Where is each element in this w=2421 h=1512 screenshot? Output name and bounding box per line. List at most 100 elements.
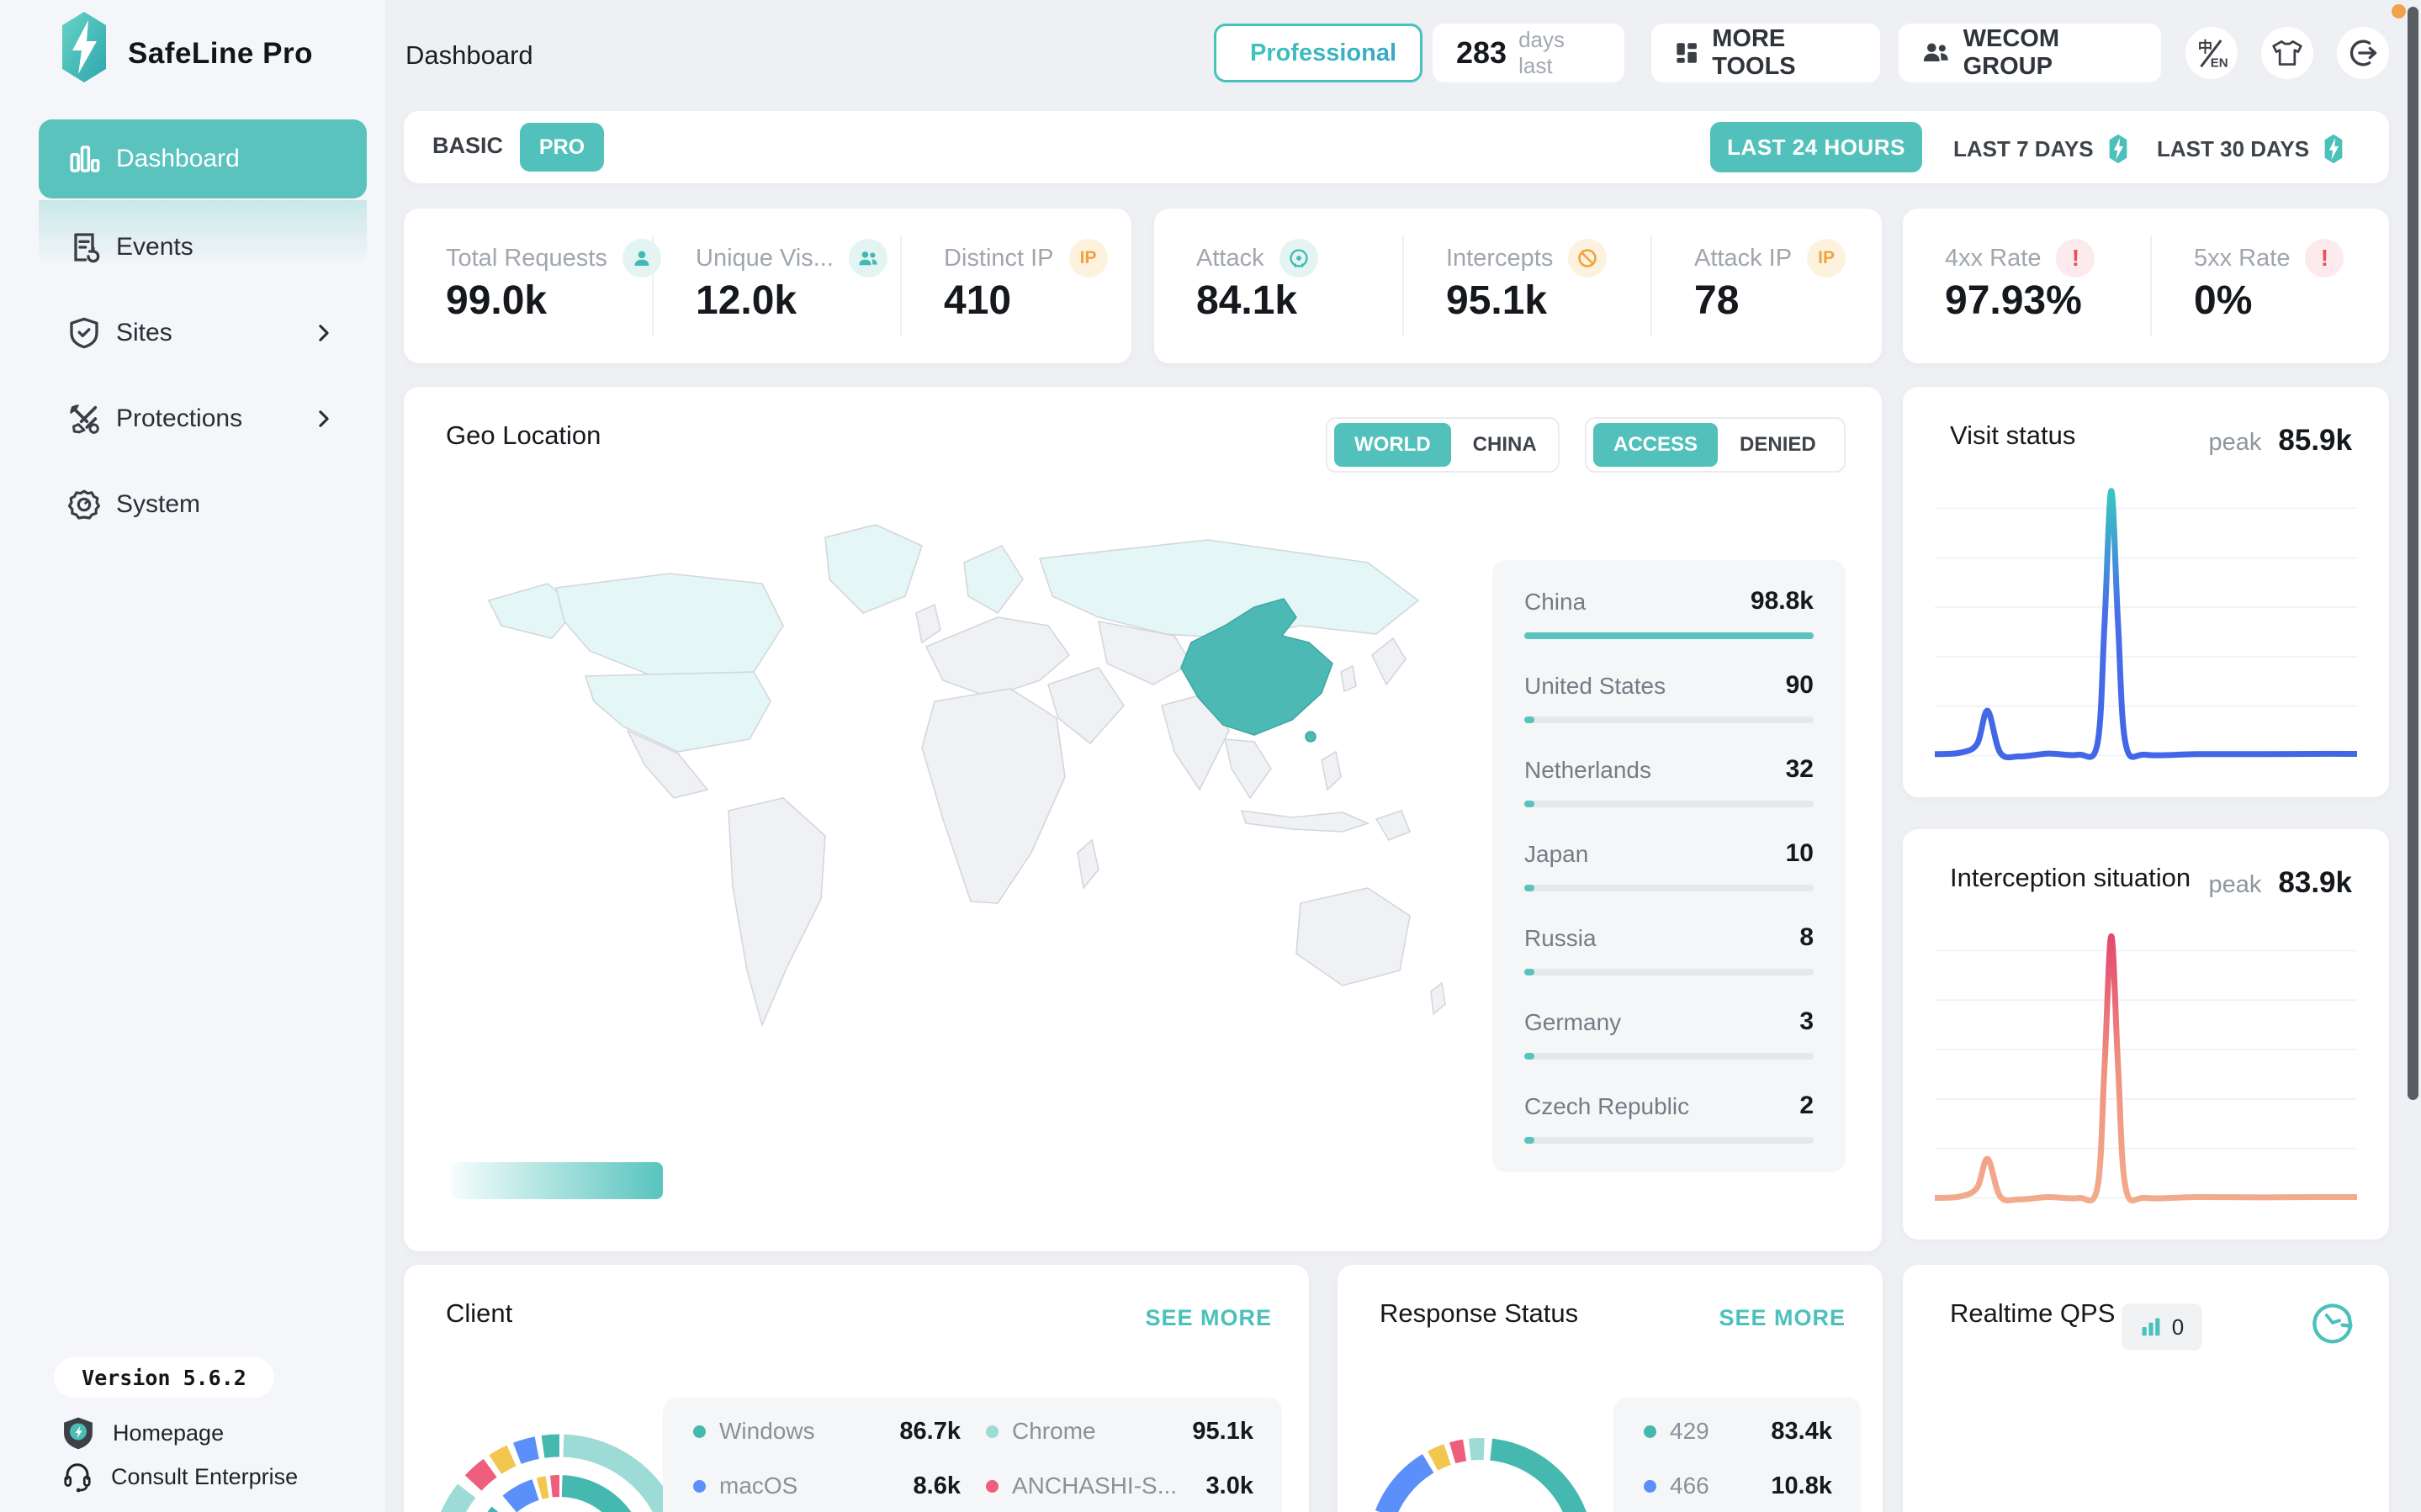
client-see-more-link[interactable]: SEE MORE — [1145, 1305, 1272, 1331]
alert-icon: ! — [2305, 239, 2344, 278]
legend-item[interactable]: macOS8.6k — [693, 1472, 961, 1499]
block-icon — [1568, 239, 1607, 278]
logout-button[interactable] — [2337, 27, 2389, 79]
range-30d-button[interactable]: LAST 30 DAYS — [2157, 133, 2346, 165]
stat-value: 12.0k — [696, 278, 797, 324]
country-row[interactable]: Czech Republic2 — [1524, 1085, 1814, 1162]
shield-check-icon — [67, 316, 101, 350]
legend-item[interactable]: 46610.8k — [1644, 1472, 1832, 1499]
sidebar-item-label: System — [116, 490, 200, 519]
interception-title: Interception situation — [1950, 863, 2191, 893]
people-icon — [849, 239, 887, 278]
homepage-shield-icon — [62, 1416, 94, 1450]
homepage-label: Homepage — [113, 1420, 224, 1446]
toggle-world[interactable]: WORLD — [1334, 423, 1451, 467]
consult-label: Consult Enterprise — [111, 1464, 298, 1490]
legend-item[interactable]: 42983.4k — [1644, 1418, 1832, 1445]
response-see-more-link[interactable]: SEE MORE — [1719, 1305, 1846, 1331]
map-density-legend — [451, 1162, 663, 1199]
client-card: Client SEE MORE Windows86.7k macOS8.6k L… — [404, 1265, 1309, 1512]
stat-label: Distinct IP — [944, 245, 1054, 272]
safeline-logo-icon — [59, 10, 109, 84]
sidebar-item-sites[interactable]: Sites — [39, 306, 367, 360]
sidebar-item-protections[interactable]: Protections — [39, 392, 367, 446]
qps-title: Realtime QPS — [1950, 1298, 2115, 1329]
country-row[interactable]: China98.8k — [1524, 580, 1814, 658]
version-badge: Version 5.6.2 — [54, 1357, 274, 1398]
sidebar-item-system[interactable]: System — [39, 478, 367, 531]
map-south-america — [728, 798, 825, 1025]
country-row[interactable]: Germany3 — [1524, 1001, 1814, 1078]
more-tools-label: MORE TOOLS — [1712, 25, 1857, 81]
stat-label: Intercepts — [1446, 245, 1553, 272]
qps-counter-badge: 0 — [2122, 1303, 2202, 1351]
response-donut-chart[interactable] — [1363, 1408, 1598, 1512]
mode-basic-button[interactable]: BASIC — [432, 133, 503, 159]
realtime-qps-card: Realtime QPS 0 — [1903, 1265, 2389, 1512]
visit-line-chart[interactable] — [1935, 479, 2357, 769]
language-toggle-button[interactable]: 中 EN — [2185, 27, 2238, 79]
range-24h-button[interactable]: LAST 24 HOURS — [1710, 122, 1922, 172]
error-rate-card: 4xx Rate ! 97.93% 5xx Rate ! 0% — [1903, 209, 2389, 363]
stat-label: 4xx Rate — [1945, 245, 2041, 272]
more-tools-button[interactable]: MORE TOOLS — [1651, 24, 1880, 82]
wecom-label: WECOM GROUP — [1963, 25, 2138, 81]
days-remaining-badge[interactable]: 283 days last — [1433, 24, 1624, 82]
client-donut-chart[interactable] — [425, 1404, 694, 1512]
toggle-china[interactable]: CHINA — [1454, 433, 1555, 457]
geo-location-card: Geo Location WORLD CHINA ACCESS DENIED — [404, 387, 1882, 1251]
response-title: Response Status — [1380, 1298, 1578, 1329]
country-row[interactable]: Japan10 — [1524, 833, 1814, 910]
access-denied-toggle: ACCESS DENIED — [1585, 417, 1846, 473]
peak-label: peak — [2209, 429, 2262, 457]
stat-label: 5xx Rate — [2194, 245, 2290, 272]
sidebar-item-events[interactable]: Events — [39, 220, 367, 274]
legend-item[interactable]: Windows86.7k — [693, 1418, 961, 1445]
target-icon — [1279, 239, 1318, 278]
range-7d-button[interactable]: LAST 7 DAYS — [1953, 133, 2131, 165]
people-group-icon — [1922, 40, 1950, 66]
gear-icon — [67, 488, 101, 521]
stat-value: 99.0k — [446, 278, 547, 324]
logout-icon — [2348, 38, 2378, 68]
pro-lightning-icon — [2321, 133, 2346, 165]
interception-line-chart[interactable] — [1935, 922, 2357, 1211]
theme-button[interactable] — [2261, 27, 2313, 79]
legend-item[interactable]: Chrome95.1k — [986, 1418, 1253, 1445]
stat-value: 0% — [2194, 278, 2252, 324]
tshirt-icon — [2271, 39, 2303, 67]
homepage-link[interactable]: Homepage — [62, 1414, 224, 1451]
geo-title: Geo Location — [446, 420, 601, 451]
mode-pro-button[interactable]: PRO — [520, 123, 604, 172]
bar-chart-icon — [67, 141, 103, 177]
events-icon — [67, 230, 101, 264]
map-japan — [1372, 638, 1406, 685]
page-scrollbar[interactable] — [2408, 7, 2418, 1100]
sidebar-item-label: Events — [116, 233, 193, 262]
map-greenland — [825, 525, 922, 613]
stat-value: 410 — [944, 278, 1011, 324]
legend-item[interactable]: ANCHASHI-S...3.0k — [986, 1472, 1253, 1499]
country-row[interactable]: Netherlands32 — [1524, 748, 1814, 826]
stat-label: Attack IP — [1694, 245, 1792, 272]
refresh-clock-icon[interactable] — [2312, 1302, 2354, 1344]
peak-label: peak — [2209, 871, 2262, 899]
world-map[interactable] — [451, 474, 1474, 1157]
country-row[interactable]: United States90 — [1524, 664, 1814, 742]
qps-value: 0 — [2172, 1314, 2184, 1340]
sidebar-item-dashboard[interactable]: Dashboard — [39, 119, 367, 198]
stat-value: 95.1k — [1446, 278, 1547, 324]
ip-badge-icon: IP — [1069, 239, 1108, 278]
country-row[interactable]: Russia8 — [1524, 917, 1814, 994]
toggle-denied[interactable]: DENIED — [1721, 433, 1835, 457]
toggle-access[interactable]: ACCESS — [1593, 423, 1718, 467]
consult-enterprise-link[interactable]: Consult Enterprise — [62, 1458, 298, 1495]
chevron-right-icon — [315, 324, 333, 342]
traffic-stats-card: Total Requests 99.0k Unique Vis... 12.0k… — [404, 209, 1131, 363]
stat-label: Unique Vis... — [696, 245, 834, 272]
map-australia — [1296, 888, 1410, 986]
wecom-group-button[interactable]: WECOM GROUP — [1899, 24, 2161, 82]
map-usa — [585, 672, 771, 752]
headset-icon — [62, 1461, 93, 1493]
plan-badge[interactable]: Professional — [1214, 24, 1422, 82]
